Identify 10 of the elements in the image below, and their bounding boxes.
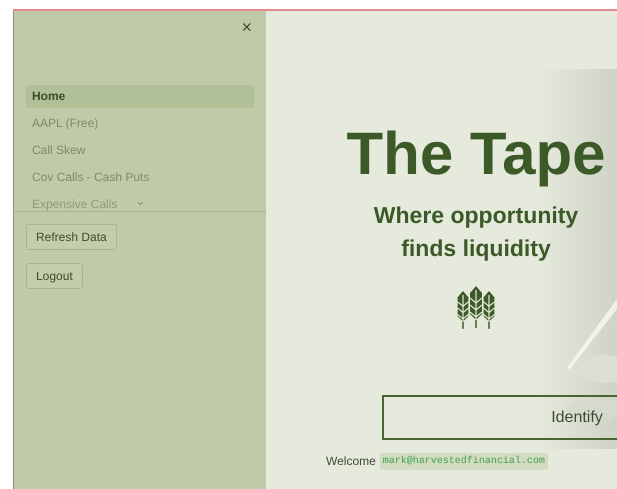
welcome-text: Welcome	[326, 453, 376, 470]
close-button[interactable]: ×	[237, 17, 256, 37]
page-title: The Tape	[346, 121, 606, 187]
user-email: mark@harvestedfinancial.com	[380, 452, 548, 470]
tagline: Where opportunity finds liquidity	[372, 201, 580, 263]
identify-button[interactable]: Identify	[382, 395, 617, 440]
sidebar-button[interactable]: Refresh Data	[26, 224, 117, 250]
nav-item[interactable]: Home	[26, 85, 254, 108]
chevron-down-icon[interactable]	[136, 199, 145, 208]
sidebar-button[interactable]: Logout	[26, 263, 83, 289]
